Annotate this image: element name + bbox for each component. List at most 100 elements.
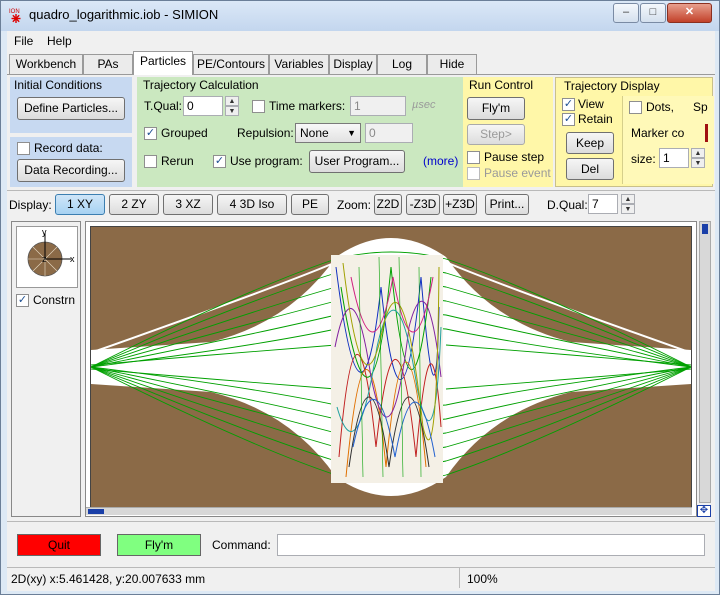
vertical-scroll-thumb[interactable]: [702, 224, 708, 234]
vertical-scrollbar[interactable]: [699, 221, 711, 503]
flym-button[interactable]: Fly'm: [467, 97, 525, 120]
command-label: Command:: [212, 538, 271, 552]
pause-event-checkbox[interactable]: [467, 167, 480, 180]
quit-button[interactable]: Quit: [17, 534, 101, 556]
trajectory-calculation-title: Trajectory Calculation: [143, 78, 259, 92]
constrn-checkbox[interactable]: ✓: [16, 294, 29, 307]
tab-particles[interactable]: Particles: [133, 51, 193, 75]
dots-label: Dots,: [646, 100, 675, 114]
tqual-input[interactable]: 0: [183, 96, 223, 116]
menu-file[interactable]: File: [14, 34, 33, 48]
view-xz-button[interactable]: 3 XZ: [163, 194, 213, 215]
record-data-group: Record data: Data Recording...: [10, 137, 132, 187]
view-pe-button[interactable]: PE: [291, 194, 329, 215]
minimize-button[interactable]: –: [613, 3, 639, 23]
trajectory-calculation-group: Trajectory Calculation T.Qual: 0 ▲ ▼ Tim…: [137, 77, 463, 187]
trajectory-view: [90, 227, 692, 507]
constrn-label: Constrn: [33, 293, 76, 307]
view-label: View: [578, 97, 604, 111]
bottom-flym-button[interactable]: Fly'm: [117, 534, 201, 556]
use-program-label: Use program:: [230, 154, 303, 168]
dqual-label: D.Qual:: [547, 198, 588, 212]
time-markers-label: Time markers:: [269, 99, 346, 113]
dqual-spin-down-icon[interactable]: ▼: [621, 204, 635, 214]
bottom-bar: Quit Fly'm Command:: [7, 521, 715, 565]
tqual-spin-up-icon[interactable]: ▲: [225, 96, 239, 106]
view-checkbox[interactable]: ✓: [562, 98, 575, 111]
zoom-plus-z3d-button[interactable]: +Z3D: [443, 194, 477, 215]
step-button[interactable]: Step>: [467, 124, 525, 145]
close-button[interactable]: ✕: [667, 3, 712, 23]
zoom-z2d-button[interactable]: Z2D: [374, 194, 402, 215]
retain-checkbox[interactable]: ✓: [562, 113, 575, 126]
data-recording-button[interactable]: Data Recording...: [17, 159, 125, 182]
more-link[interactable]: (more): [423, 154, 458, 168]
tab-display[interactable]: Display: [329, 54, 377, 74]
z-axis-label: z: [42, 254, 47, 264]
size-input[interactable]: 1: [659, 148, 689, 168]
rerun-label: Rerun: [161, 154, 194, 168]
window-title: quadro_logarithmic.iob - SIMION: [29, 7, 219, 22]
view-3d-iso-button[interactable]: 4 3D Iso: [217, 194, 287, 215]
pause-step-label: Pause step: [484, 150, 545, 164]
tab-variables[interactable]: Variables: [269, 54, 329, 74]
tab-hide[interactable]: Hide: [427, 54, 477, 74]
size-spin-up-icon[interactable]: ▲: [691, 148, 705, 158]
display-toolbar: Display: 1 XY 2 ZY 3 XZ 4 3D Iso PE Zoom…: [7, 190, 715, 218]
pause-event-label: Pause event: [484, 166, 551, 180]
repulsion-value: None: [300, 126, 329, 140]
user-program-button[interactable]: User Program...: [309, 150, 405, 173]
dqual-spin-up-icon[interactable]: ▲: [621, 194, 635, 204]
size-label: size:: [631, 152, 656, 166]
svg-text:ION: ION: [9, 9, 20, 15]
sp-label: Sp: [693, 100, 708, 114]
dqual-input[interactable]: 7: [588, 194, 618, 214]
zoom-level: 100%: [467, 572, 498, 586]
view-area: y x z ✓ Constrn ✥: [11, 221, 713, 517]
view-zy-button[interactable]: 2 ZY: [109, 194, 159, 215]
canvas-frame: [90, 226, 692, 508]
dots-subpanel: Dots, Sp Marker co size: 1 ▲ ▼: [622, 96, 714, 184]
simulation-canvas[interactable]: [85, 221, 697, 517]
zoom-minus-z3d-button[interactable]: -Z3D: [406, 194, 440, 215]
title-bar: ION quadro_logarithmic.iob - SIMION – □ …: [1, 1, 719, 31]
command-input[interactable]: [277, 534, 705, 556]
grouped-checkbox[interactable]: ✓: [144, 127, 157, 140]
pause-step-checkbox[interactable]: [467, 151, 480, 164]
menu-bar: File Help: [7, 31, 715, 51]
tab-workbench[interactable]: Workbench: [9, 54, 83, 74]
simion-logo-icon: ION: [9, 9, 21, 23]
size-spin-down-icon[interactable]: ▼: [691, 158, 705, 168]
move-handle-icon[interactable]: ✥: [697, 505, 711, 517]
keep-button[interactable]: Keep: [566, 132, 614, 154]
del-button[interactable]: Del: [566, 158, 614, 180]
marker-color-label: Marker co: [631, 126, 685, 140]
use-program-checkbox[interactable]: ✓: [213, 155, 226, 168]
repulsion-amount-input[interactable]: 0: [365, 123, 413, 143]
menu-help[interactable]: Help: [47, 34, 72, 48]
repulsion-label: Repulsion:: [237, 126, 294, 140]
time-markers-checkbox[interactable]: [252, 100, 265, 113]
client-area: File Help Workbench PAs Particles PE/Con…: [7, 31, 715, 591]
grouped-label: Grouped: [161, 126, 208, 140]
maximize-button[interactable]: □: [640, 3, 666, 23]
orientation-panel: y x z ✓ Constrn: [11, 221, 81, 517]
horizontal-scrollbar[interactable]: [86, 507, 692, 515]
horizontal-scroll-thumb[interactable]: [88, 509, 104, 514]
tqual-spin-down-icon[interactable]: ▼: [225, 106, 239, 116]
tab-pas[interactable]: PAs: [83, 54, 133, 74]
tab-log[interactable]: Log: [377, 54, 427, 74]
marker-color-swatch[interactable]: [705, 124, 708, 142]
tab-pe-contours[interactable]: PE/Contours: [193, 54, 269, 74]
record-data-checkbox[interactable]: [17, 142, 30, 155]
define-particles-button[interactable]: Define Particles...: [17, 97, 125, 120]
print-button[interactable]: Print...: [485, 194, 529, 215]
display-label: Display:: [9, 198, 52, 212]
orientation-widget[interactable]: y x z: [16, 226, 78, 288]
time-markers-input[interactable]: 1: [350, 96, 406, 116]
rerun-checkbox[interactable]: [144, 155, 157, 168]
initial-conditions-group: Initial Conditions Define Particles...: [10, 77, 132, 133]
repulsion-select[interactable]: None ▼: [295, 123, 361, 143]
view-xy-button[interactable]: 1 XY: [55, 194, 105, 215]
dots-checkbox[interactable]: [629, 101, 642, 114]
